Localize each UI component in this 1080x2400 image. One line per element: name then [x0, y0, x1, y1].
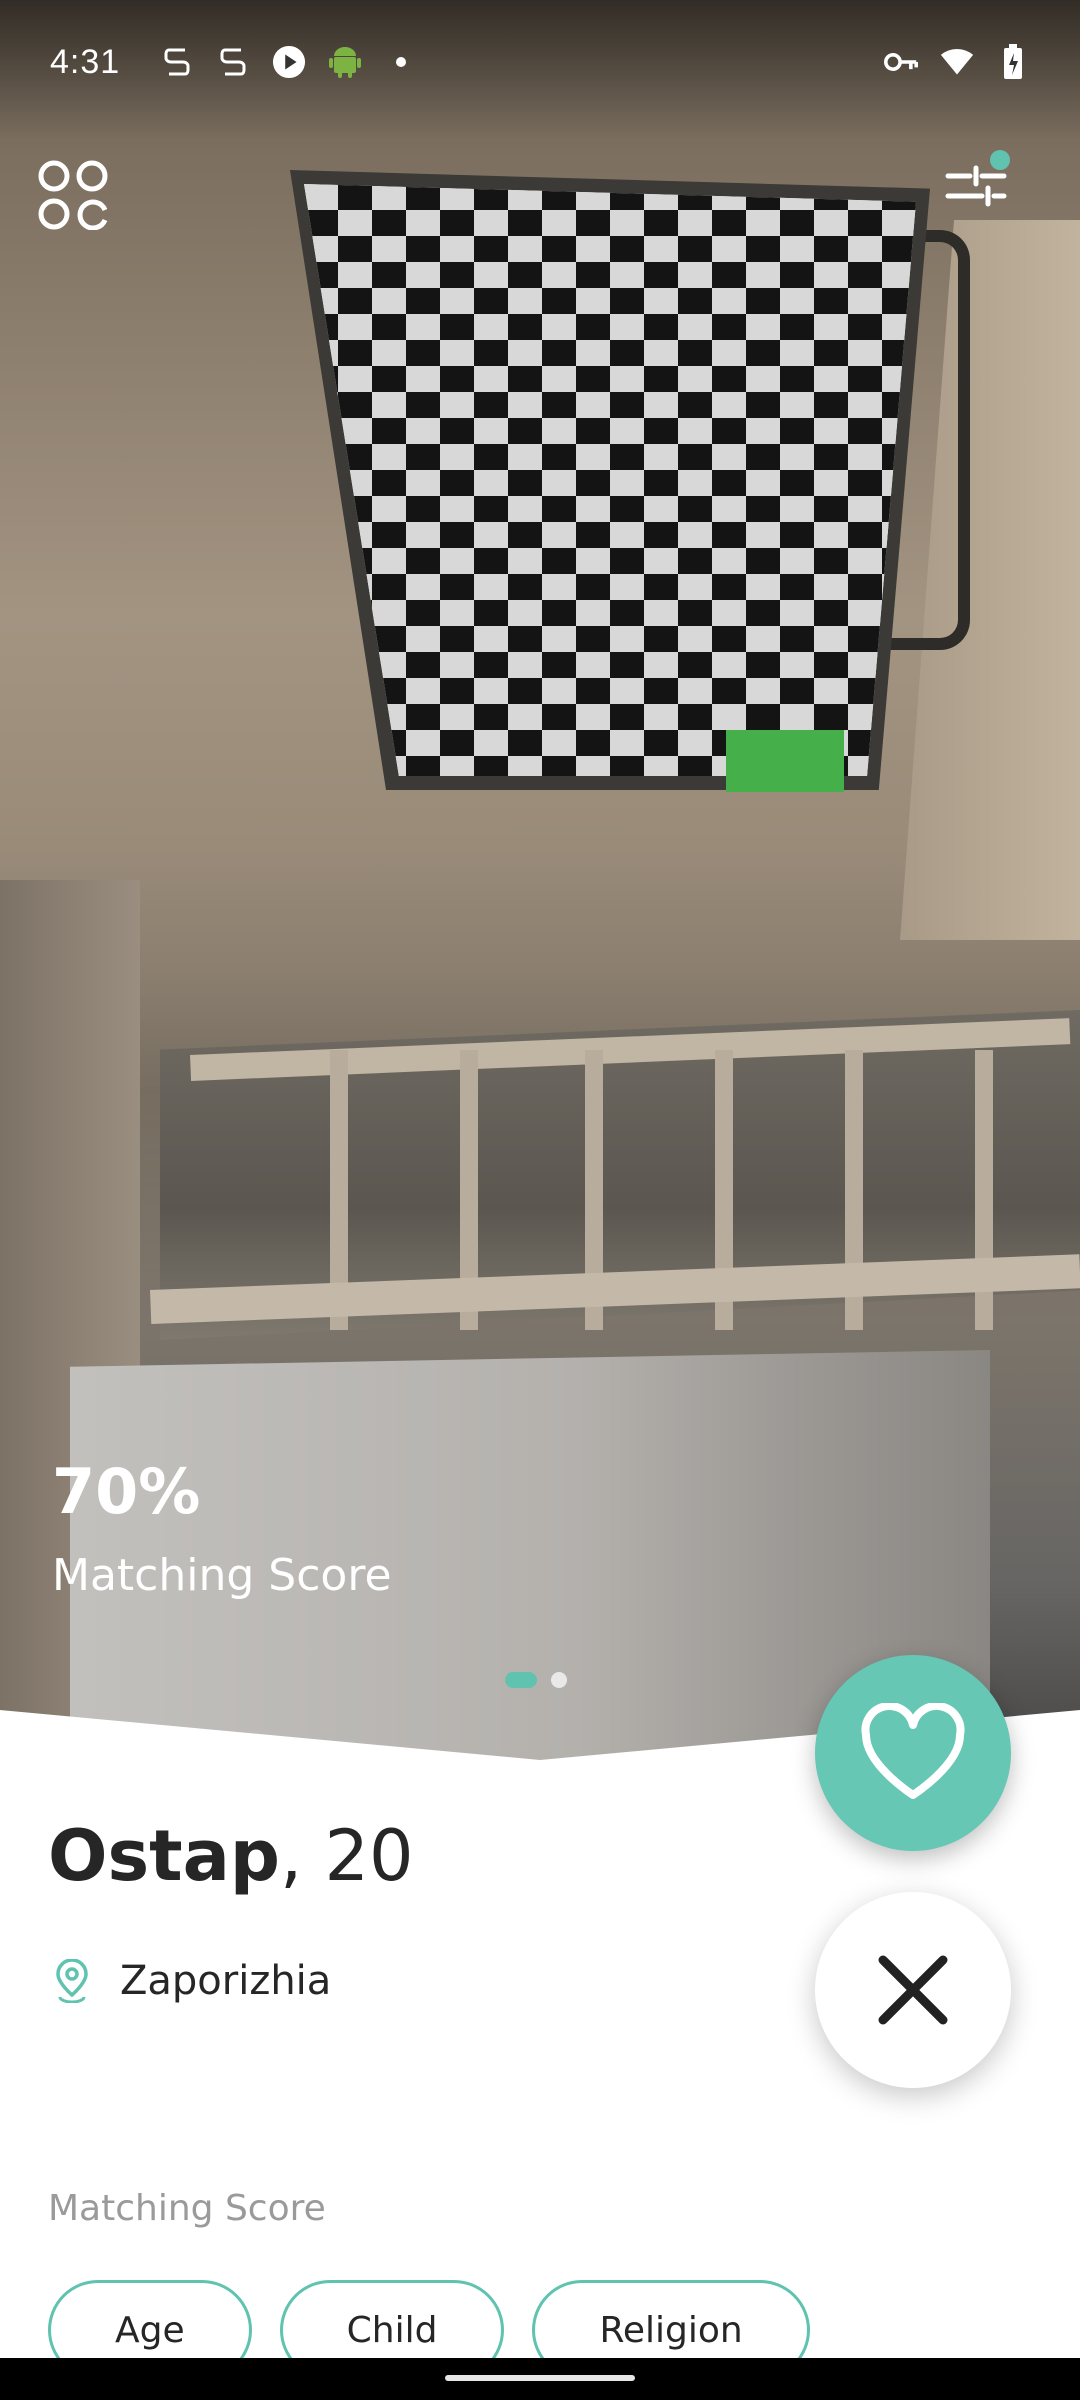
pager-dot-2[interactable]	[551, 1672, 567, 1688]
map-pin-icon	[56, 1959, 88, 2003]
profile-name: Ostap	[48, 1815, 280, 1897]
filter-badge	[990, 150, 1010, 170]
vpn-key-icon	[884, 45, 918, 79]
grid-menu-icon	[38, 160, 108, 231]
home-indicator[interactable]	[445, 2375, 635, 2381]
photo-pager[interactable]	[505, 1672, 567, 1688]
status-bar: 4:31	[0, 0, 1080, 124]
close-icon	[878, 1955, 948, 2025]
status-time: 4:31	[50, 42, 121, 81]
photo-checkerboard	[290, 170, 930, 792]
dislike-button[interactable]	[815, 1892, 1011, 2088]
like-button[interactable]	[815, 1655, 1011, 1851]
profile-location-text: Zaporizhia	[120, 1958, 332, 2004]
matching-score-title: Matching Score	[48, 2188, 326, 2229]
android-icon	[328, 45, 362, 79]
grid-menu-button[interactable]	[38, 160, 108, 231]
pager-dot-1[interactable]	[505, 1672, 537, 1688]
profile-age: , 20	[279, 1815, 414, 1897]
profile-name-age: Ostap, 20	[48, 1815, 414, 1897]
matching-score-label: Matching Score	[52, 1550, 392, 1601]
more-dot-icon	[384, 45, 418, 79]
battery-icon	[996, 44, 1030, 79]
wifi-icon	[940, 45, 974, 79]
notification-s-icon	[160, 45, 194, 79]
notification-s-icon	[216, 45, 250, 79]
media-play-icon	[272, 45, 306, 79]
profile-location: Zaporizhia	[52, 1958, 331, 2004]
heart-icon	[861, 1703, 965, 1799]
checkerboard-green-marker	[726, 730, 844, 792]
matching-score-percent: 70%	[52, 1455, 201, 1528]
